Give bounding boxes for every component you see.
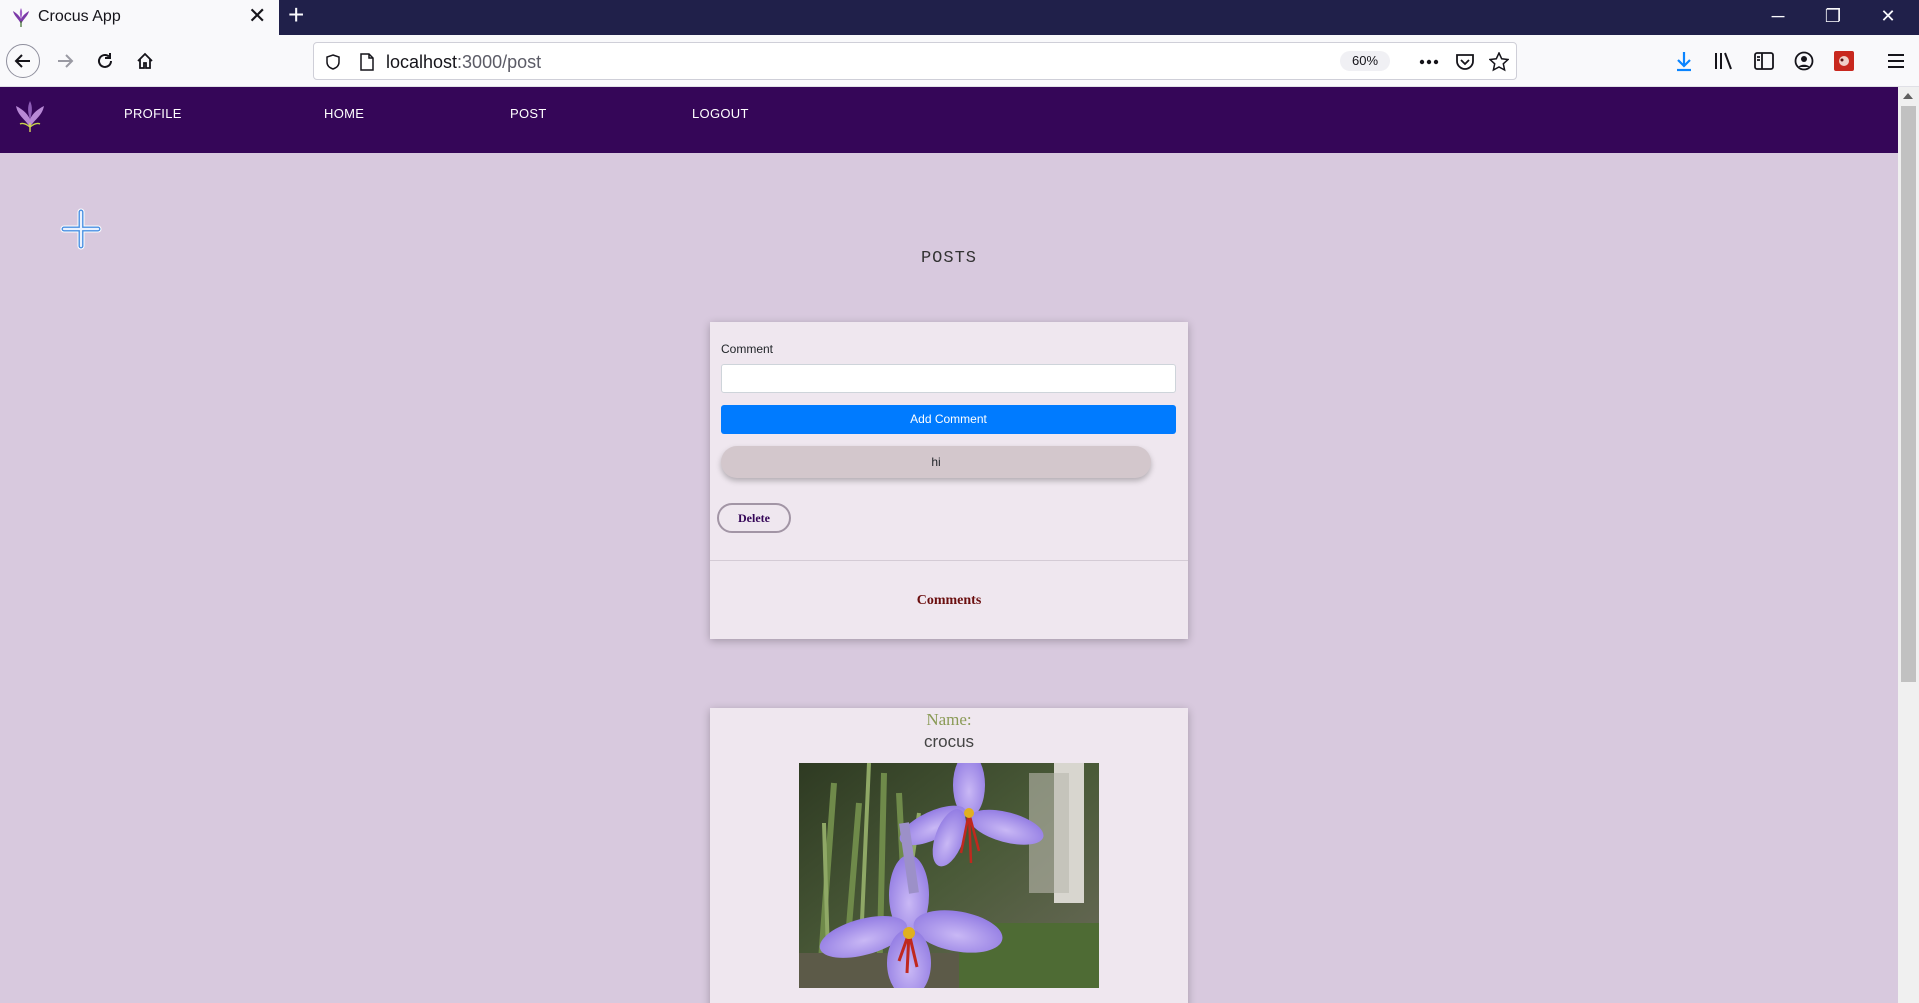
restore-window-icon[interactable]: ❐: [1810, 0, 1856, 35]
shield-icon[interactable]: [320, 49, 346, 75]
url-path: :3000/post: [457, 52, 542, 72]
nav-link-post[interactable]: POST: [510, 106, 547, 121]
app-navbar: PROFILE HOME POST LOGOUT: [0, 87, 1898, 153]
browser-tab[interactable]: Crocus App ✕: [0, 0, 279, 35]
tab-title: Crocus App: [38, 8, 121, 25]
browser-toolbar: localhost:3000/post 60%: [0, 35, 1919, 87]
forward-arrow-icon: [58, 54, 74, 68]
back-arrow-icon: [14, 54, 30, 68]
bookmark-star-icon[interactable]: [1486, 49, 1512, 75]
close-window-icon[interactable]: ✕: [1865, 0, 1911, 35]
crocus-logo-icon[interactable]: [12, 97, 48, 133]
add-comment-button[interactable]: Add Comment: [721, 405, 1176, 434]
add-post-plus-icon[interactable]: [60, 208, 102, 250]
page-title: POSTS: [920, 249, 977, 268]
comment-item: hi: [721, 446, 1151, 478]
delete-button[interactable]: Delete: [717, 503, 791, 533]
library-icon[interactable]: [1710, 47, 1738, 75]
post-card: Name: crocus: [710, 708, 1188, 1003]
downloads-icon[interactable]: [1670, 47, 1698, 75]
reload-icon: [98, 53, 112, 68]
nav-link-logout[interactable]: LOGOUT: [692, 106, 749, 121]
page-actions-icon[interactable]: [1416, 49, 1442, 75]
pocket-icon[interactable]: [1452, 49, 1478, 75]
page-info-icon[interactable]: [354, 49, 380, 75]
post-name-value: crocus: [923, 732, 975, 751]
crocus-logo-icon: [13, 8, 29, 27]
extension-icon[interactable]: [1830, 47, 1858, 75]
page-scrollbar[interactable]: [1898, 87, 1919, 1003]
comment-label: Comment: [721, 342, 774, 356]
crocus-flower-image: [799, 763, 1099, 988]
back-button[interactable]: [6, 44, 40, 78]
scroll-thumb[interactable]: [1901, 106, 1916, 682]
browser-tab-strip: Crocus App ✕ + ─ ❐ ✕: [0, 0, 1919, 35]
nav-link-profile[interactable]: PROFILE: [124, 106, 182, 121]
url-text[interactable]: localhost:3000/post: [386, 52, 541, 73]
comment-card: Comment Add Comment hi Delete Comments: [710, 322, 1188, 639]
sidebar-icon[interactable]: [1750, 47, 1778, 75]
new-tab-icon[interactable]: +: [288, 0, 312, 30]
comments-heading: Comments: [916, 593, 982, 608]
zoom-level-badge[interactable]: 60%: [1340, 51, 1390, 71]
post-name-label: Name:: [926, 710, 972, 729]
nav-link-home[interactable]: HOME: [324, 106, 364, 121]
card-divider: [710, 560, 1188, 561]
url-host: localhost: [386, 52, 458, 72]
comment-input[interactable]: [721, 364, 1176, 393]
scroll-up-arrow-icon[interactable]: [1903, 93, 1913, 99]
forward-button[interactable]: [48, 44, 82, 78]
close-tab-icon[interactable]: ✕: [248, 3, 266, 29]
minimize-window-icon[interactable]: ─: [1755, 0, 1801, 35]
home-icon: [137, 52, 153, 69]
account-icon[interactable]: [1790, 47, 1818, 75]
address-bar[interactable]: localhost:3000/post 60%: [313, 42, 1517, 80]
menu-hamburger-icon[interactable]: [1882, 47, 1910, 75]
home-button[interactable]: [128, 44, 162, 78]
reload-button[interactable]: [88, 44, 122, 78]
